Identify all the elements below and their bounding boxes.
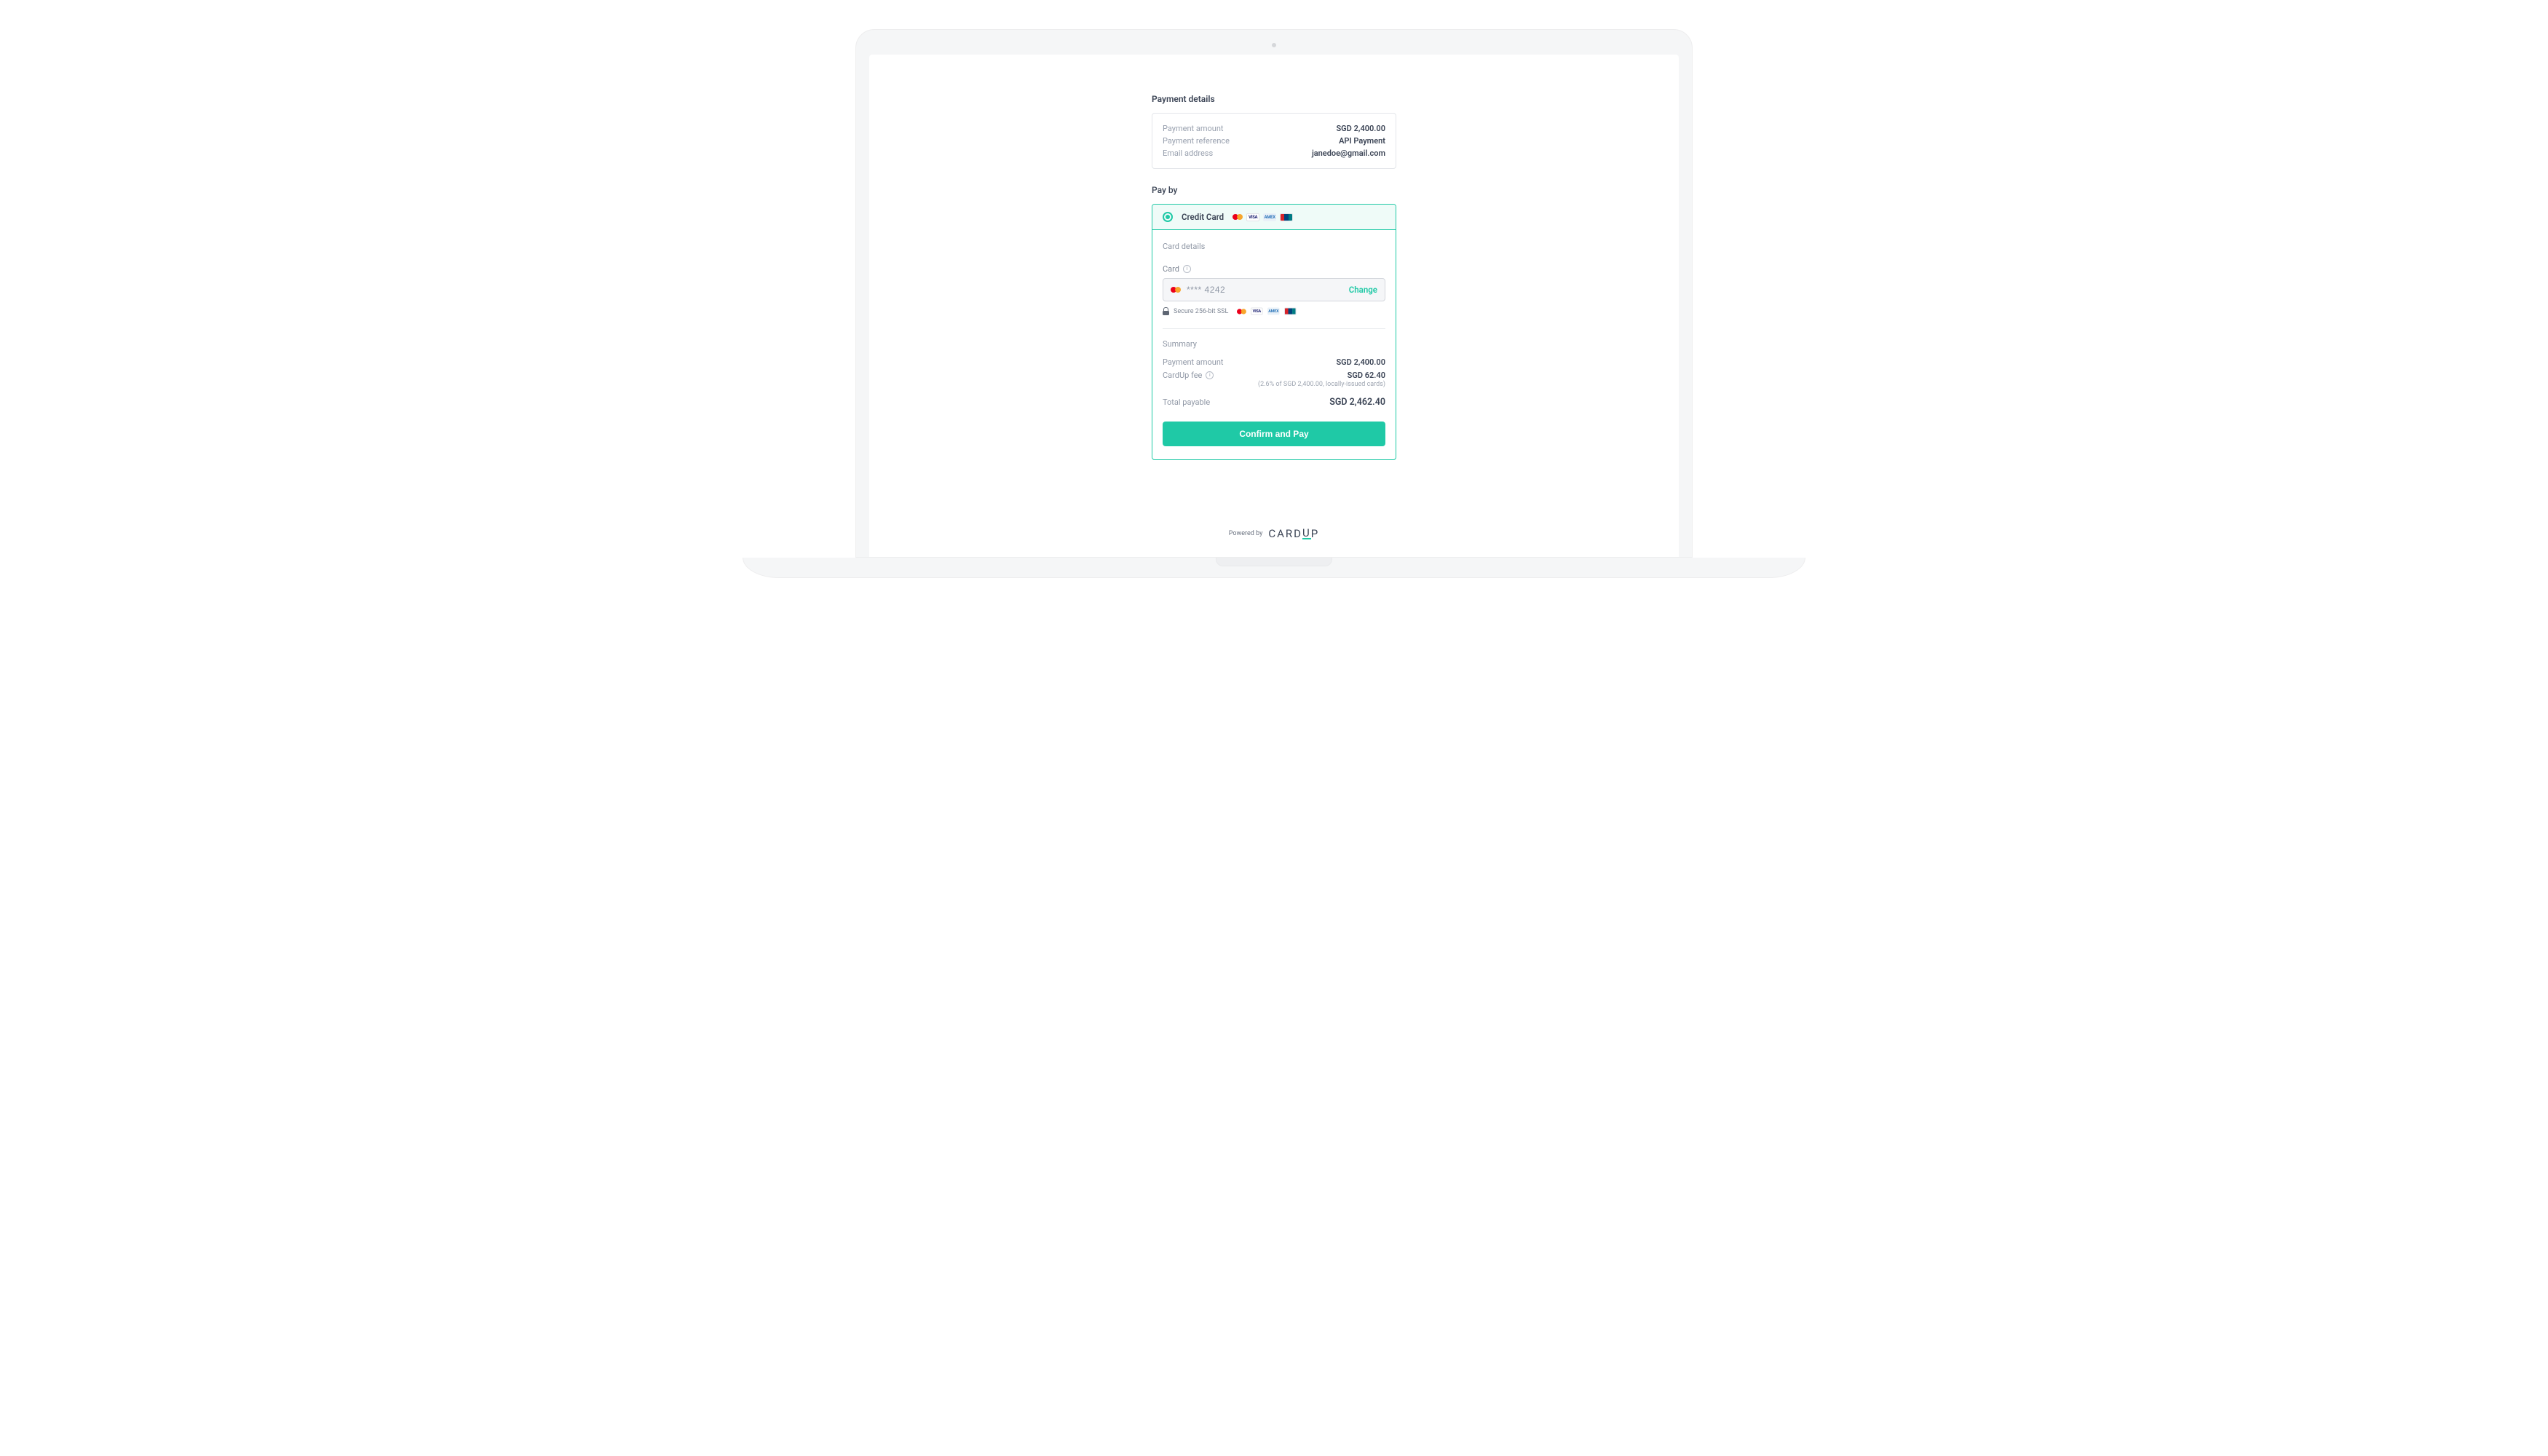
unionpay-icon <box>1280 213 1293 221</box>
payment-reference-row: Payment reference API Payment <box>1163 135 1385 147</box>
pay-by-credit-card-option[interactable]: Credit Card VISA AMEX <box>1152 205 1396 230</box>
cardup-logo: CARDUP <box>1268 527 1319 540</box>
summary-section: Summary Payment amount SGD 2,400.00 Card… <box>1163 339 1385 446</box>
radio-selected-icon <box>1163 212 1173 222</box>
summary-fee-value: SGD 62.40 <box>1348 369 1385 382</box>
summary-fee-row: CardUp fee i SGD 62.40 <box>1163 369 1385 382</box>
card-input[interactable]: Change <box>1163 278 1385 301</box>
ssl-row: Secure 256-bit SSL VISA AMEX <box>1163 307 1385 315</box>
pay-by-card: Credit Card VISA AMEX Card details <box>1152 204 1396 460</box>
summary-total-row: Total payable SGD 2,462.40 <box>1163 395 1385 410</box>
payment-details-card: Payment amount SGD 2,400.00 Payment refe… <box>1152 113 1396 169</box>
amex-icon: AMEX <box>1267 308 1280 315</box>
unionpay-icon <box>1284 308 1297 315</box>
pay-by-body: Card details Card i Change <box>1152 230 1396 459</box>
card-brand-icons: VISA AMEX <box>1233 213 1293 221</box>
payment-email-label: Email address <box>1163 147 1213 159</box>
card-field-label: Card <box>1163 264 1179 274</box>
card-number-field[interactable] <box>1187 285 1343 295</box>
visa-icon: VISA <box>1251 308 1263 315</box>
laptop-trackpad-notch <box>1216 558 1332 566</box>
payment-details-heading: Payment details <box>1152 94 1396 104</box>
visa-icon: VISA <box>1246 213 1259 221</box>
summary-heading: Summary <box>1163 339 1385 349</box>
powered-by-footer: Powered by CARDUP <box>1229 527 1319 540</box>
laptop-camera-icon <box>1272 43 1276 47</box>
summary-amount-label: Payment amount <box>1163 356 1224 369</box>
mastercard-icon <box>1233 213 1243 221</box>
card-field-label-row: Card i <box>1163 264 1385 274</box>
checkout-panel: Payment details Payment amount SGD 2,400… <box>1152 94 1396 460</box>
pay-by-heading: Pay by <box>1152 185 1396 195</box>
payment-email-value: janedoe@gmail.com <box>1312 147 1385 159</box>
info-icon[interactable]: i <box>1206 371 1214 379</box>
amex-icon: AMEX <box>1263 213 1276 221</box>
confirm-and-pay-button[interactable]: Confirm and Pay <box>1163 422 1385 446</box>
info-icon[interactable]: i <box>1183 265 1191 273</box>
payment-reference-label: Payment reference <box>1163 135 1230 147</box>
payment-amount-value: SGD 2,400.00 <box>1336 122 1385 135</box>
ssl-text: Secure 256-bit SSL <box>1174 308 1228 315</box>
summary-total-label: Total payable <box>1163 396 1210 409</box>
payment-amount-row: Payment amount SGD 2,400.00 <box>1163 122 1385 135</box>
card-brand-icons-small: VISA AMEX <box>1237 307 1297 315</box>
summary-fee-note: (2.6% of SGD 2,400.00, locally-issued ca… <box>1163 381 1385 388</box>
summary-fee-label: CardUp fee i <box>1163 369 1214 382</box>
lock-icon <box>1163 307 1169 315</box>
laptop-bezel: Payment details Payment amount SGD 2,400… <box>855 29 1693 558</box>
laptop-screen: Payment details Payment amount SGD 2,400… <box>869 55 1679 557</box>
summary-total-value: SGD 2,462.40 <box>1329 395 1385 410</box>
summary-amount-row: Payment amount SGD 2,400.00 <box>1163 356 1385 369</box>
powered-by-text: Powered by <box>1229 530 1263 537</box>
card-details-heading: Card details <box>1163 242 1385 251</box>
pay-by-option-label: Credit Card <box>1182 212 1224 222</box>
payment-amount-label: Payment amount <box>1163 122 1224 135</box>
checkout-page: Payment details Payment amount SGD 2,400… <box>869 55 1679 540</box>
payment-reference-value: API Payment <box>1339 135 1385 147</box>
change-card-link[interactable]: Change <box>1349 285 1377 295</box>
laptop-device-frame: Payment details Payment amount SGD 2,400… <box>855 29 1693 587</box>
mastercard-icon <box>1171 286 1181 293</box>
mastercard-icon <box>1237 308 1246 315</box>
laptop-base <box>855 558 1693 587</box>
divider <box>1163 328 1385 329</box>
payment-email-row: Email address janedoe@gmail.com <box>1163 147 1385 159</box>
summary-amount-value: SGD 2,400.00 <box>1336 356 1385 369</box>
